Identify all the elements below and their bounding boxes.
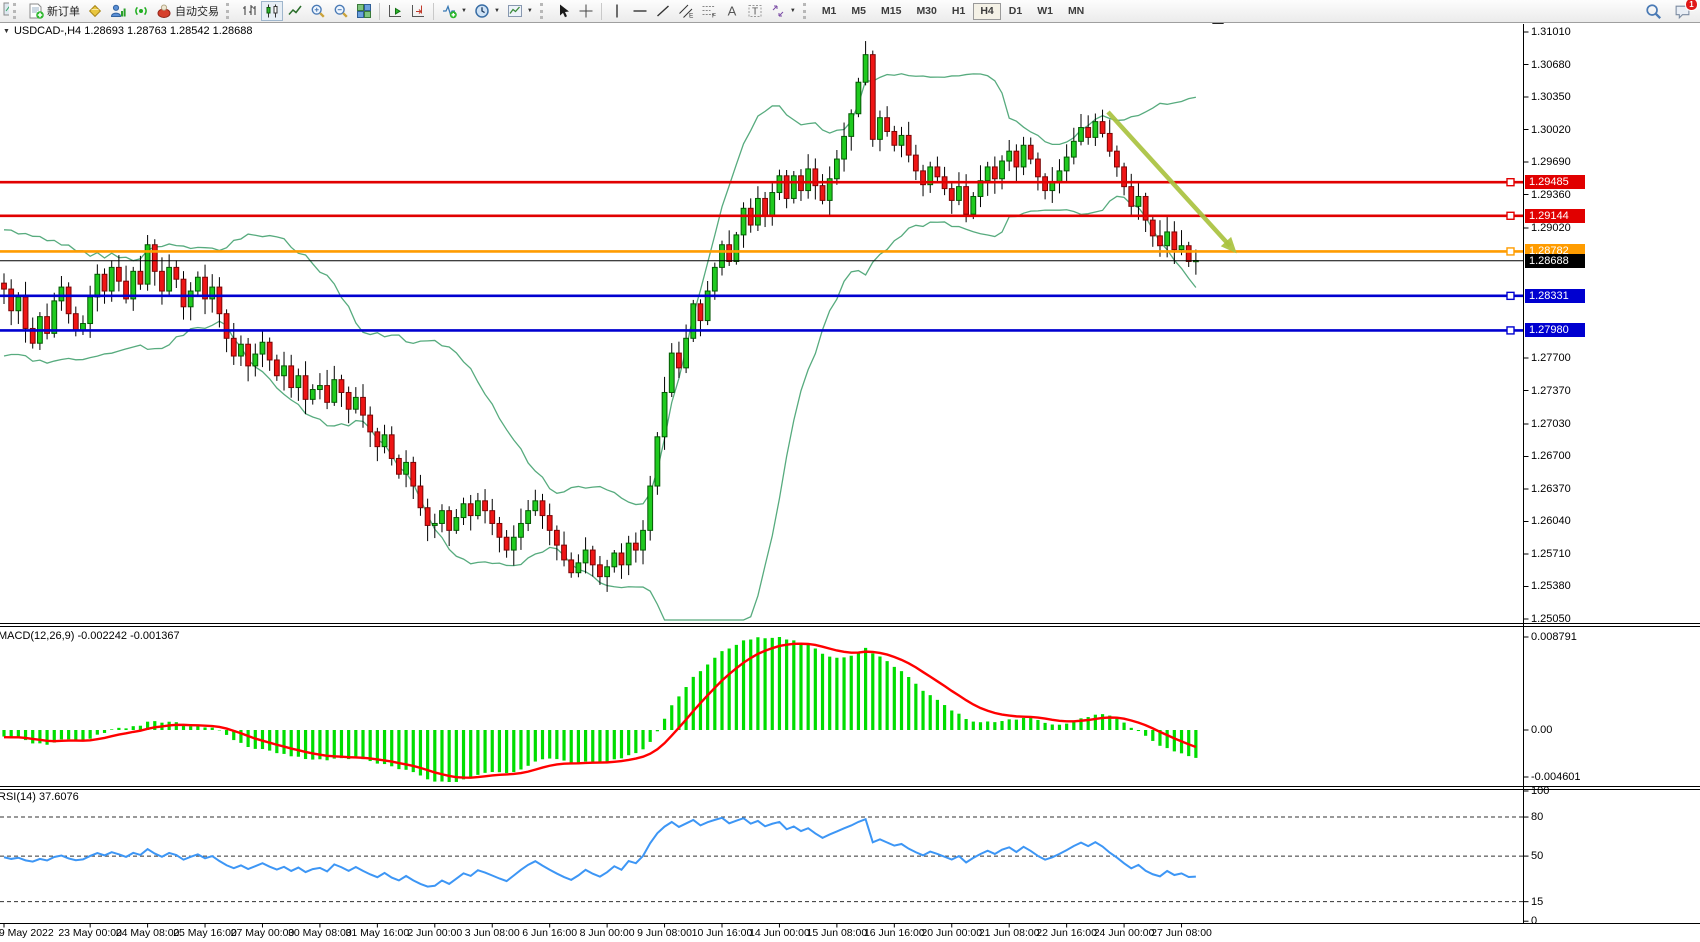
timeframe-h1-button[interactable]: H1: [945, 3, 972, 20]
horizontal-line-icon: [632, 3, 648, 19]
trendline-tool-button[interactable]: [652, 1, 674, 21]
chart-shift-button[interactable]: [407, 1, 429, 21]
diamond-button[interactable]: [84, 1, 106, 21]
text-tool-button[interactable]: A: [721, 1, 743, 21]
search-icon: [1645, 3, 1662, 20]
line-chart-icon: [287, 3, 303, 19]
fibonacci-icon: F: [701, 3, 717, 19]
notification-badge: 1: [1685, 0, 1698, 11]
timeframe-mn-button[interactable]: MN: [1061, 3, 1091, 20]
toolbar-grip: [803, 3, 811, 19]
dropdown-caret: ▼: [461, 8, 467, 14]
templates-icon: [507, 3, 523, 19]
timeframe-m15-button[interactable]: M15: [874, 3, 908, 20]
clipped-toolbar-button[interactable]: [2, 1, 9, 22]
macd-histogram: [4, 637, 1196, 782]
signals-button[interactable]: [130, 1, 152, 21]
level-handle[interactable]: [1507, 179, 1514, 186]
text-label-icon: T: [747, 3, 763, 19]
profile-button[interactable]: [107, 1, 129, 21]
toolbar-grip: [540, 3, 548, 19]
toolbar-right-tools: 1: [1642, 1, 1698, 21]
candlestick-button[interactable]: [261, 1, 283, 21]
signal-icon: [133, 3, 149, 19]
bar-chart-button[interactable]: [238, 1, 260, 21]
level-handle[interactable]: [1507, 292, 1514, 299]
bar-chart-icon: [241, 3, 257, 19]
arrows-tool-button[interactable]: ▼: [767, 1, 799, 21]
rsi-line: [4, 818, 1196, 887]
chart-canvas[interactable]: [0, 0, 1700, 942]
timeframe-m1-button[interactable]: M1: [815, 3, 844, 20]
timeframe-w1-button[interactable]: W1: [1030, 3, 1060, 20]
main-toolbar: 新订单 自动交易: [0, 0, 1700, 23]
channel-tool-button[interactable]: E: [675, 1, 697, 21]
timeframe-m30-button[interactable]: M30: [909, 3, 943, 20]
trendline-icon: [655, 3, 671, 19]
new-order-label: 新订单: [47, 3, 80, 19]
indicators-icon: [441, 3, 457, 19]
text-icon: A: [724, 3, 740, 19]
zoom-out-icon: [333, 3, 349, 19]
vertical-line-icon: [609, 3, 625, 19]
periods-button[interactable]: ▼: [471, 1, 503, 21]
toolbar-separator: [379, 3, 380, 20]
chart-icon: [2, 1, 9, 17]
mt4-window: 新订单 自动交易: [0, 0, 1700, 942]
dropdown-caret: ▼: [494, 8, 500, 14]
level-handle[interactable]: [1507, 212, 1514, 219]
crosshair-icon: [578, 3, 594, 19]
chart-shift-icon: [410, 3, 426, 19]
svg-text:F: F: [712, 13, 716, 20]
templates-button[interactable]: ▼: [504, 1, 536, 21]
search-button[interactable]: [1642, 1, 1665, 21]
notifications-button[interactable]: 1: [1671, 1, 1694, 21]
cursor-icon: [555, 3, 571, 19]
timeframe-m5-button[interactable]: M5: [844, 3, 873, 20]
vertical-line-tool-button[interactable]: [606, 1, 628, 21]
new-order-icon: [28, 3, 44, 19]
dropdown-caret: ▼: [527, 8, 533, 14]
clock-icon: [474, 3, 490, 19]
tile-windows-button[interactable]: [353, 1, 375, 21]
candlestick-icon: [264, 3, 280, 19]
dropdown-caret: ▼: [790, 8, 796, 14]
zoom-in-icon: [310, 3, 326, 19]
autotrade-icon: [156, 3, 172, 19]
equidistant-channel-icon: E: [678, 3, 694, 19]
timeframe-h4-button[interactable]: H4: [973, 3, 1000, 20]
auto-scroll-button[interactable]: [384, 1, 406, 21]
timeframe-d1-button[interactable]: D1: [1002, 3, 1029, 20]
horizontal-line-tool-button[interactable]: [629, 1, 651, 21]
cursor-tool-button[interactable]: [552, 1, 574, 21]
crosshair-tool-button[interactable]: [575, 1, 597, 21]
autotrade-label: 自动交易: [175, 3, 219, 19]
level-handle[interactable]: [1507, 248, 1514, 255]
indicators-button[interactable]: ▼: [438, 1, 470, 21]
tile-windows-icon: [356, 3, 372, 19]
diamond-icon: [87, 3, 103, 19]
level-handle[interactable]: [1507, 327, 1514, 334]
auto-scroll-icon: [387, 3, 403, 19]
toolbar-grip: [13, 3, 21, 19]
line-chart-button[interactable]: [284, 1, 306, 21]
toolbar-grip: [226, 3, 234, 19]
autotrade-button[interactable]: 自动交易: [153, 1, 222, 21]
zoom-out-button[interactable]: [330, 1, 352, 21]
svg-text:A: A: [728, 4, 737, 19]
toolbar-separator: [601, 3, 602, 20]
zoom-in-button[interactable]: [307, 1, 329, 21]
toolbar-separator: [433, 3, 434, 20]
fibonacci-tool-button[interactable]: F: [698, 1, 720, 21]
profile-icon: [110, 3, 126, 19]
svg-text:T: T: [752, 7, 758, 18]
svg-text:E: E: [689, 13, 694, 20]
text-label-tool-button[interactable]: T: [744, 1, 766, 21]
arrows-icon: [770, 3, 786, 19]
new-order-button[interactable]: 新订单: [25, 1, 83, 21]
